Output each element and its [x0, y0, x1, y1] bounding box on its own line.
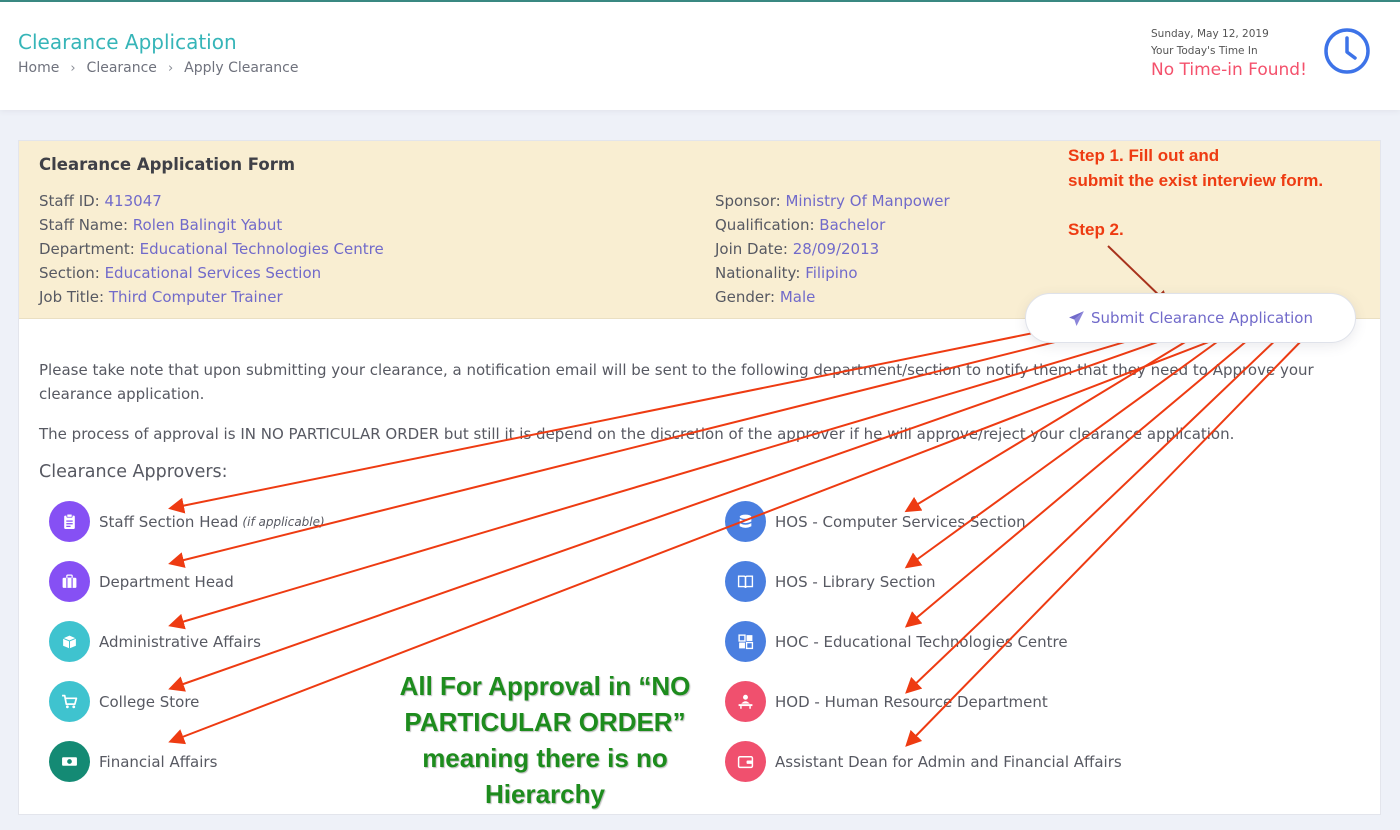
gender-value: Male — [779, 288, 816, 306]
time-in-panel: Sunday, May 12, 2019 Your Today's Time I… — [1151, 28, 1307, 80]
department-value: Educational Technologies Centre — [139, 240, 384, 258]
notification-note: Please take note that upon submitting yo… — [39, 361, 1314, 403]
step2-annotation: Step 2. — [1068, 220, 1124, 239]
no-hierarchy-annotation: All For Approval in “NO PARTICULAR ORDER… — [399, 671, 691, 809]
staff-name-value: Rolen Balingit Yabut — [132, 216, 283, 234]
approver-department-head: Department Head — [49, 561, 234, 602]
approval-order-emphasis: IN NO PARTICULAR ORDER — [240, 425, 440, 443]
nationality-value: Filipino — [805, 264, 858, 282]
approver-hos-computer-services: HOS - Computer Services Section — [725, 501, 1026, 542]
approver-administrative-affairs: Administrative Affairs — [49, 621, 261, 662]
approval-order-note: The process of approval is IN NO PARTICU… — [39, 425, 1235, 443]
breadcrumb-home[interactable]: Home — [18, 60, 59, 76]
windows-icon — [725, 621, 766, 662]
form-title: Clearance Application Form — [39, 155, 296, 174]
current-date: Sunday, May 12, 2019 — [1151, 28, 1269, 40]
qualification-row: Qualification: Bachelor — [715, 216, 886, 234]
staff-name-row: Staff Name: Rolen Balingit Yabut — [39, 216, 283, 234]
nationality-row: Nationality: Filipino — [715, 264, 858, 282]
breadcrumb: Home › Clearance › Apply Clearance — [18, 60, 299, 76]
page-title: Clearance Application — [18, 30, 237, 54]
money-icon — [49, 741, 90, 782]
staff-info-right: Sponsor: Ministry Of Manpower Qualificat… — [715, 189, 950, 309]
chevron-right-icon: › — [167, 60, 174, 76]
submit-button-label: Submit Clearance Application — [1091, 309, 1313, 327]
breadcrumb-apply-clearance[interactable]: Apply Clearance — [184, 60, 298, 76]
approvers-heading: Clearance Approvers: — [39, 462, 228, 482]
time-in-status: No Time-in Found! — [1151, 60, 1307, 80]
submit-clearance-button[interactable]: Submit Clearance Application — [1025, 293, 1356, 343]
approver-financial-affairs: Financial Affairs — [49, 741, 217, 782]
clipboard-icon — [49, 501, 90, 542]
approver-staff-section-head: Staff Section Head (if applicable) — [49, 501, 325, 542]
time-in-label: Your Today's Time In — [1151, 45, 1258, 57]
staff-info-left: Staff ID: 413047 Staff Name: Rolen Balin… — [39, 189, 384, 309]
join-date-row: Join Date: 28/09/2013 — [715, 240, 880, 258]
breadcrumb-clearance[interactable]: Clearance — [87, 60, 157, 76]
sponsor-row: Sponsor: Ministry Of Manpower — [715, 192, 950, 210]
book-icon — [725, 561, 766, 602]
paper-plane-icon — [1069, 310, 1084, 326]
person-desk-icon — [725, 681, 766, 722]
step1-annotation: Step 1. Fill out and submit the exist in… — [1068, 146, 1324, 190]
sponsor-value: Ministry Of Manpower — [785, 192, 950, 210]
job-title-value: Third Computer Trainer — [108, 288, 283, 306]
approver-college-store: College Store — [49, 681, 199, 722]
approver-hod-human-resource: HOD - Human Resource Department — [725, 681, 1048, 722]
cart-icon — [49, 681, 90, 722]
approver-assistant-dean: Assistant Dean for Admin and Financial A… — [725, 741, 1122, 782]
wallet-icon — [725, 741, 766, 782]
briefcase-icon — [49, 561, 90, 602]
chevron-right-icon: › — [70, 60, 76, 76]
box-icon — [49, 621, 90, 662]
department-row: Department: Educational Technologies Cen… — [39, 240, 384, 258]
staff-id-row: Staff ID: 413047 — [39, 192, 162, 210]
job-title-row: Job Title: Third Computer Trainer — [39, 288, 283, 306]
section-row: Section: Educational Services Section — [39, 264, 322, 282]
gender-row: Gender: Male — [715, 288, 816, 306]
staff-id-value: 413047 — [104, 192, 162, 210]
database-icon — [725, 501, 766, 542]
page-header: Clearance Application Home › Clearance ›… — [0, 2, 1400, 110]
approver-hoc-educational-technologies: HOC - Educational Technologies Centre — [725, 621, 1068, 662]
qualification-value: Bachelor — [819, 216, 886, 234]
section-value: Educational Services Section — [104, 264, 322, 282]
clock-icon — [1324, 28, 1370, 74]
join-date-value: 28/09/2013 — [792, 240, 880, 258]
approver-hos-library: HOS - Library Section — [725, 561, 936, 602]
